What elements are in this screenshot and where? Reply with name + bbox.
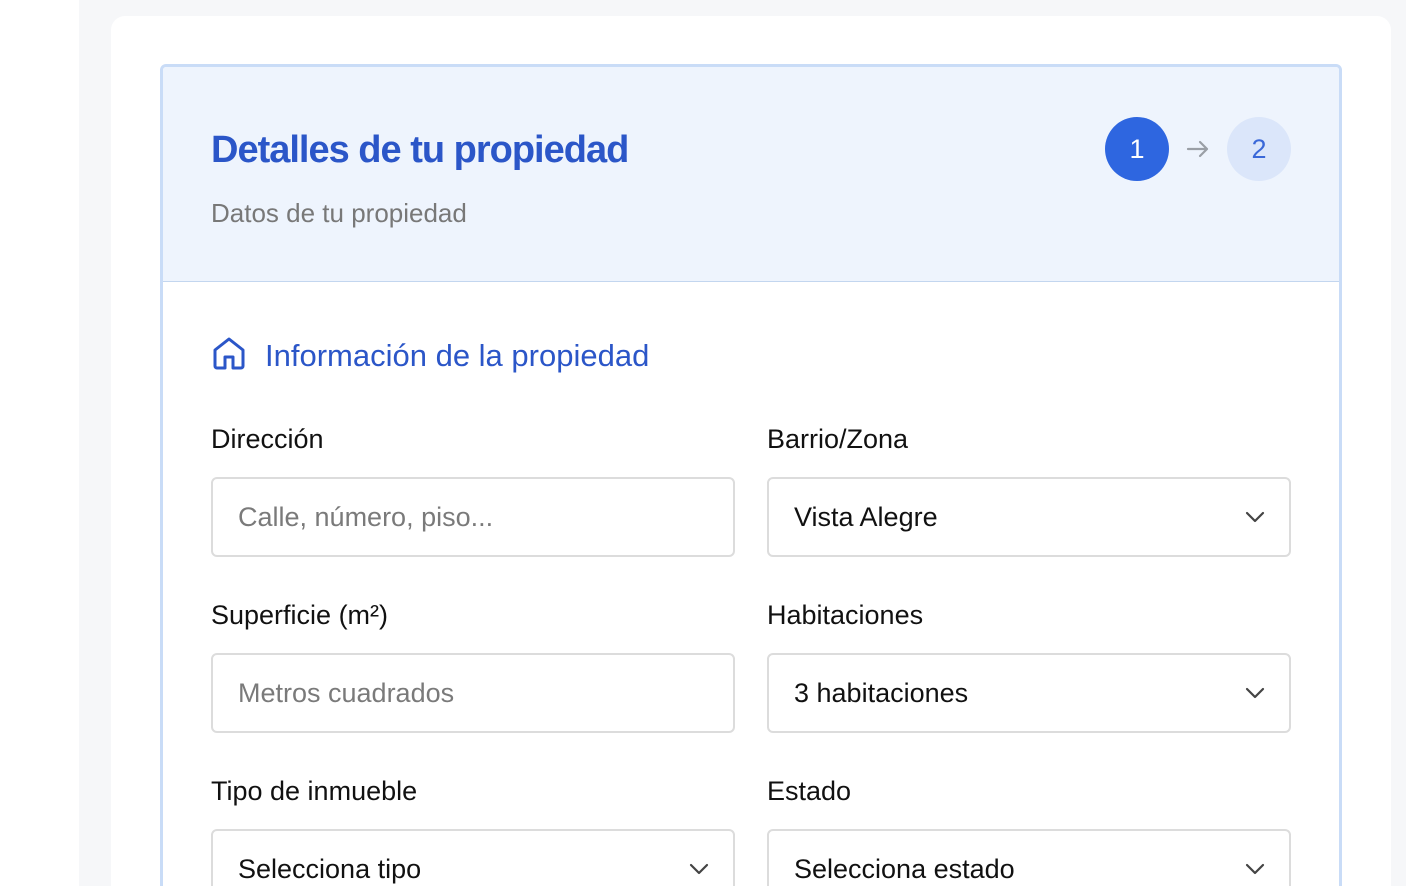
step-1-indicator[interactable]: 1 — [1105, 117, 1169, 181]
superficie-placeholder: Metros cuadrados — [238, 677, 455, 708]
habitaciones-label: Habitaciones — [767, 600, 924, 630]
habitaciones-value: 3 habitaciones — [794, 677, 969, 708]
section-header: Información de la propiedad — [211, 335, 649, 376]
arrow-right-icon — [1169, 139, 1227, 159]
property-form-card: Detalles de tu propiedad Datos de tu pro… — [160, 64, 1342, 886]
barrio-label: Barrio/Zona — [767, 424, 909, 454]
form-header: Detalles de tu propiedad Datos de tu pro… — [163, 67, 1339, 282]
direccion-placeholder: Calle, número, piso... — [238, 501, 494, 532]
habitaciones-select[interactable]: 3 habitaciones — [767, 653, 1291, 733]
tipo-value: Selecciona tipo — [238, 853, 422, 884]
form-subtitle: Datos de tu propiedad — [211, 198, 467, 228]
estado-select[interactable]: Selecciona estado — [767, 829, 1291, 886]
estado-label: Estado — [767, 776, 852, 806]
step-2-indicator[interactable]: 2 — [1227, 117, 1291, 181]
direccion-input[interactable]: Calle, número, piso... — [211, 477, 735, 557]
chevron-down-icon — [689, 863, 709, 875]
left-rail — [0, 0, 79, 886]
chevron-down-icon — [1245, 687, 1265, 699]
superficie-label: Superficie (m²) — [211, 600, 389, 630]
tipo-select[interactable]: Selecciona tipo — [211, 829, 735, 886]
habitaciones-field: Habitaciones 3 habitaciones — [767, 595, 1291, 733]
barrio-field: Barrio/Zona Vista Alegre — [767, 419, 1291, 557]
chevron-down-icon — [1245, 863, 1265, 875]
estado-field: Estado Selecciona estado — [767, 771, 1291, 886]
form-title: Detalles de tu propiedad — [211, 129, 629, 171]
estado-value: Selecciona estado — [794, 853, 1015, 884]
direccion-label: Dirección — [211, 424, 324, 454]
tipo-field: Tipo de inmueble Selecciona tipo — [211, 771, 735, 886]
stepper: 1 2 — [1105, 117, 1291, 181]
chevron-down-icon — [1245, 511, 1265, 523]
direccion-field: Dirección Calle, número, piso... — [211, 419, 735, 557]
section-title: Información de la propiedad — [265, 337, 650, 373]
superficie-field: Superficie (m²) Metros cuadrados — [211, 595, 735, 733]
home-icon — [211, 335, 247, 376]
barrio-value: Vista Alegre — [794, 501, 938, 532]
barrio-select[interactable]: Vista Alegre — [767, 477, 1291, 557]
tipo-label: Tipo de inmueble — [211, 776, 418, 806]
superficie-input[interactable]: Metros cuadrados — [211, 653, 735, 733]
app-window: Detalles de tu propiedad Datos de tu pro… — [0, 0, 1406, 886]
